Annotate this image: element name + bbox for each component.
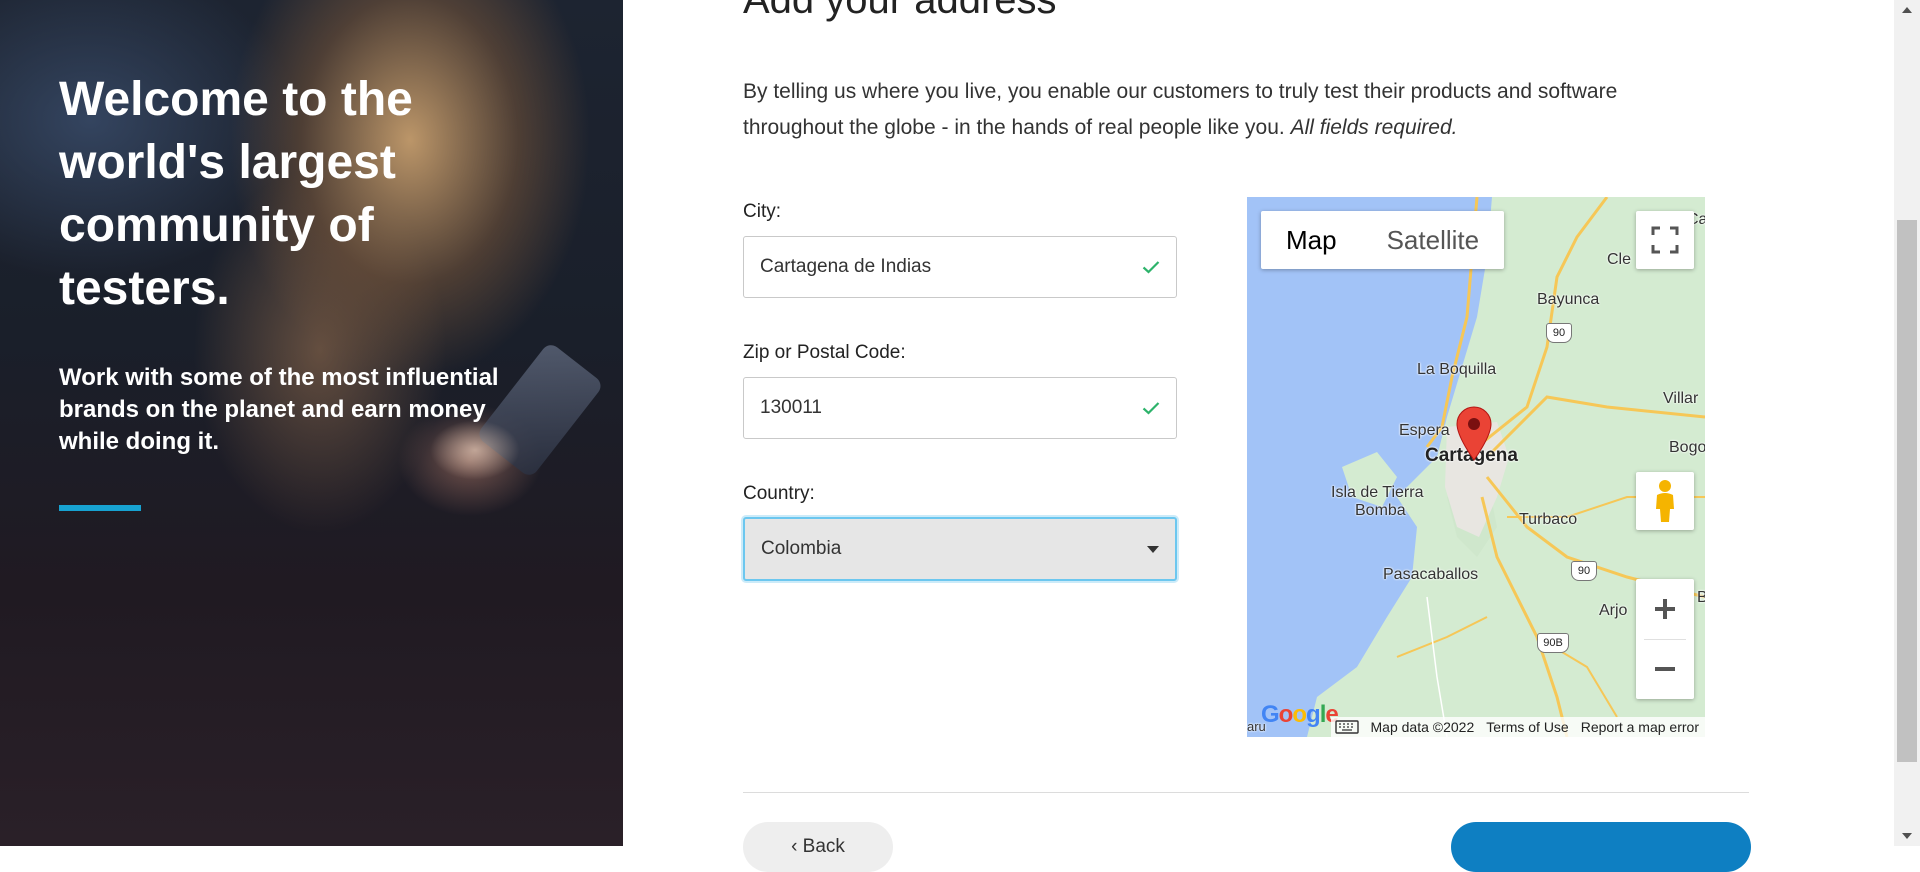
page-title: Add your address [743, 0, 1057, 22]
scroll-up-icon[interactable] [1902, 7, 1912, 13]
location-pin-icon[interactable] [1455, 405, 1493, 461]
map-label-villa: Villar [1663, 390, 1699, 407]
map-attribution: Map data ©2022 Terms of Use Report a map… [1330, 717, 1705, 737]
intro-body: By telling us where you live, you enable… [743, 80, 1618, 139]
map-label-esperanza: Espera [1399, 422, 1450, 439]
scroll-down-icon[interactable] [1902, 833, 1912, 839]
map-type-control: Map Satellite [1261, 211, 1505, 269]
footer-divider [743, 792, 1749, 793]
main-content: Add your address By telling us where you… [623, 0, 1870, 872]
fullscreen-icon [1651, 226, 1679, 254]
map-label-turbaco: Turbaco [1519, 511, 1578, 528]
hero-subtitle: Work with some of the most influential b… [59, 364, 499, 455]
route-shield: 90 [1546, 323, 1572, 343]
country-value: Colombia [761, 538, 842, 559]
city-label: City: [743, 201, 781, 222]
hero-title: Welcome to the world's largest community… [59, 73, 413, 315]
map-type-map-button[interactable]: Map [1261, 211, 1362, 269]
zip-label: Zip or Postal Code: [743, 342, 906, 363]
report-map-error-link[interactable]: Report a map error [1581, 719, 1699, 735]
map-label-isla-line1: Isla de Tierra [1331, 484, 1424, 501]
chevron-down-icon [1147, 545, 1159, 553]
hero-accent-bar [59, 505, 141, 511]
terms-of-use-link[interactable]: Terms of Use [1486, 719, 1568, 735]
zip-field[interactable]: 130011 [743, 377, 1177, 439]
route-shield: 90B [1537, 633, 1569, 653]
check-icon [1142, 402, 1160, 415]
zoom-control [1636, 579, 1694, 699]
page-scrollbar[interactable] [1894, 0, 1920, 846]
map-label-la-boquilla: La Boquilla [1417, 361, 1497, 378]
intro-text: By telling us where you live, you enable… [743, 74, 1703, 146]
minus-icon [1655, 667, 1675, 671]
map-label-bayunca: Bayunca [1537, 291, 1600, 308]
fullscreen-button[interactable] [1636, 211, 1694, 269]
map-type-satellite-button[interactable]: Satellite [1362, 211, 1505, 269]
next-button[interactable] [1451, 822, 1751, 872]
zoom-out-button[interactable] [1636, 640, 1694, 699]
intro-required-note: All fields required. [1290, 116, 1458, 139]
pegman-icon [1656, 480, 1674, 522]
country-select[interactable]: Colombia [743, 517, 1177, 581]
city-value: Cartagena de Indias [760, 256, 932, 277]
street-view-button[interactable] [1636, 472, 1694, 530]
map-label-b: B [1697, 589, 1705, 606]
google-logo: Google [1261, 701, 1339, 728]
back-button[interactable]: ‹ Back [743, 822, 893, 872]
map-label-clem: Cle [1607, 251, 1632, 268]
map-data-text: Map data ©2022 [1370, 719, 1475, 735]
location-map[interactable]: Bayunca La Boquilla Espera Cartagena Isl… [1247, 197, 1705, 737]
zip-value: 130011 [760, 397, 822, 418]
check-icon [1142, 261, 1160, 274]
map-label-pasacaballos: Pasacaballos [1383, 566, 1479, 583]
hero-panel: Welcome to the world's largest community… [0, 0, 623, 846]
map-label-isla-line2: Bomba [1355, 502, 1406, 519]
map-label-arjona: Arjo [1599, 602, 1628, 619]
zoom-in-button[interactable] [1636, 580, 1694, 639]
scrollbar-thumb[interactable] [1897, 220, 1917, 762]
keyboard-icon[interactable] [1334, 720, 1359, 734]
country-label: Country: [743, 483, 815, 504]
map-label-bogo: Bogo [1669, 439, 1705, 456]
route-shield: 90 [1571, 561, 1597, 581]
city-field[interactable]: Cartagena de Indias [743, 236, 1177, 298]
plus-icon [1655, 599, 1675, 619]
